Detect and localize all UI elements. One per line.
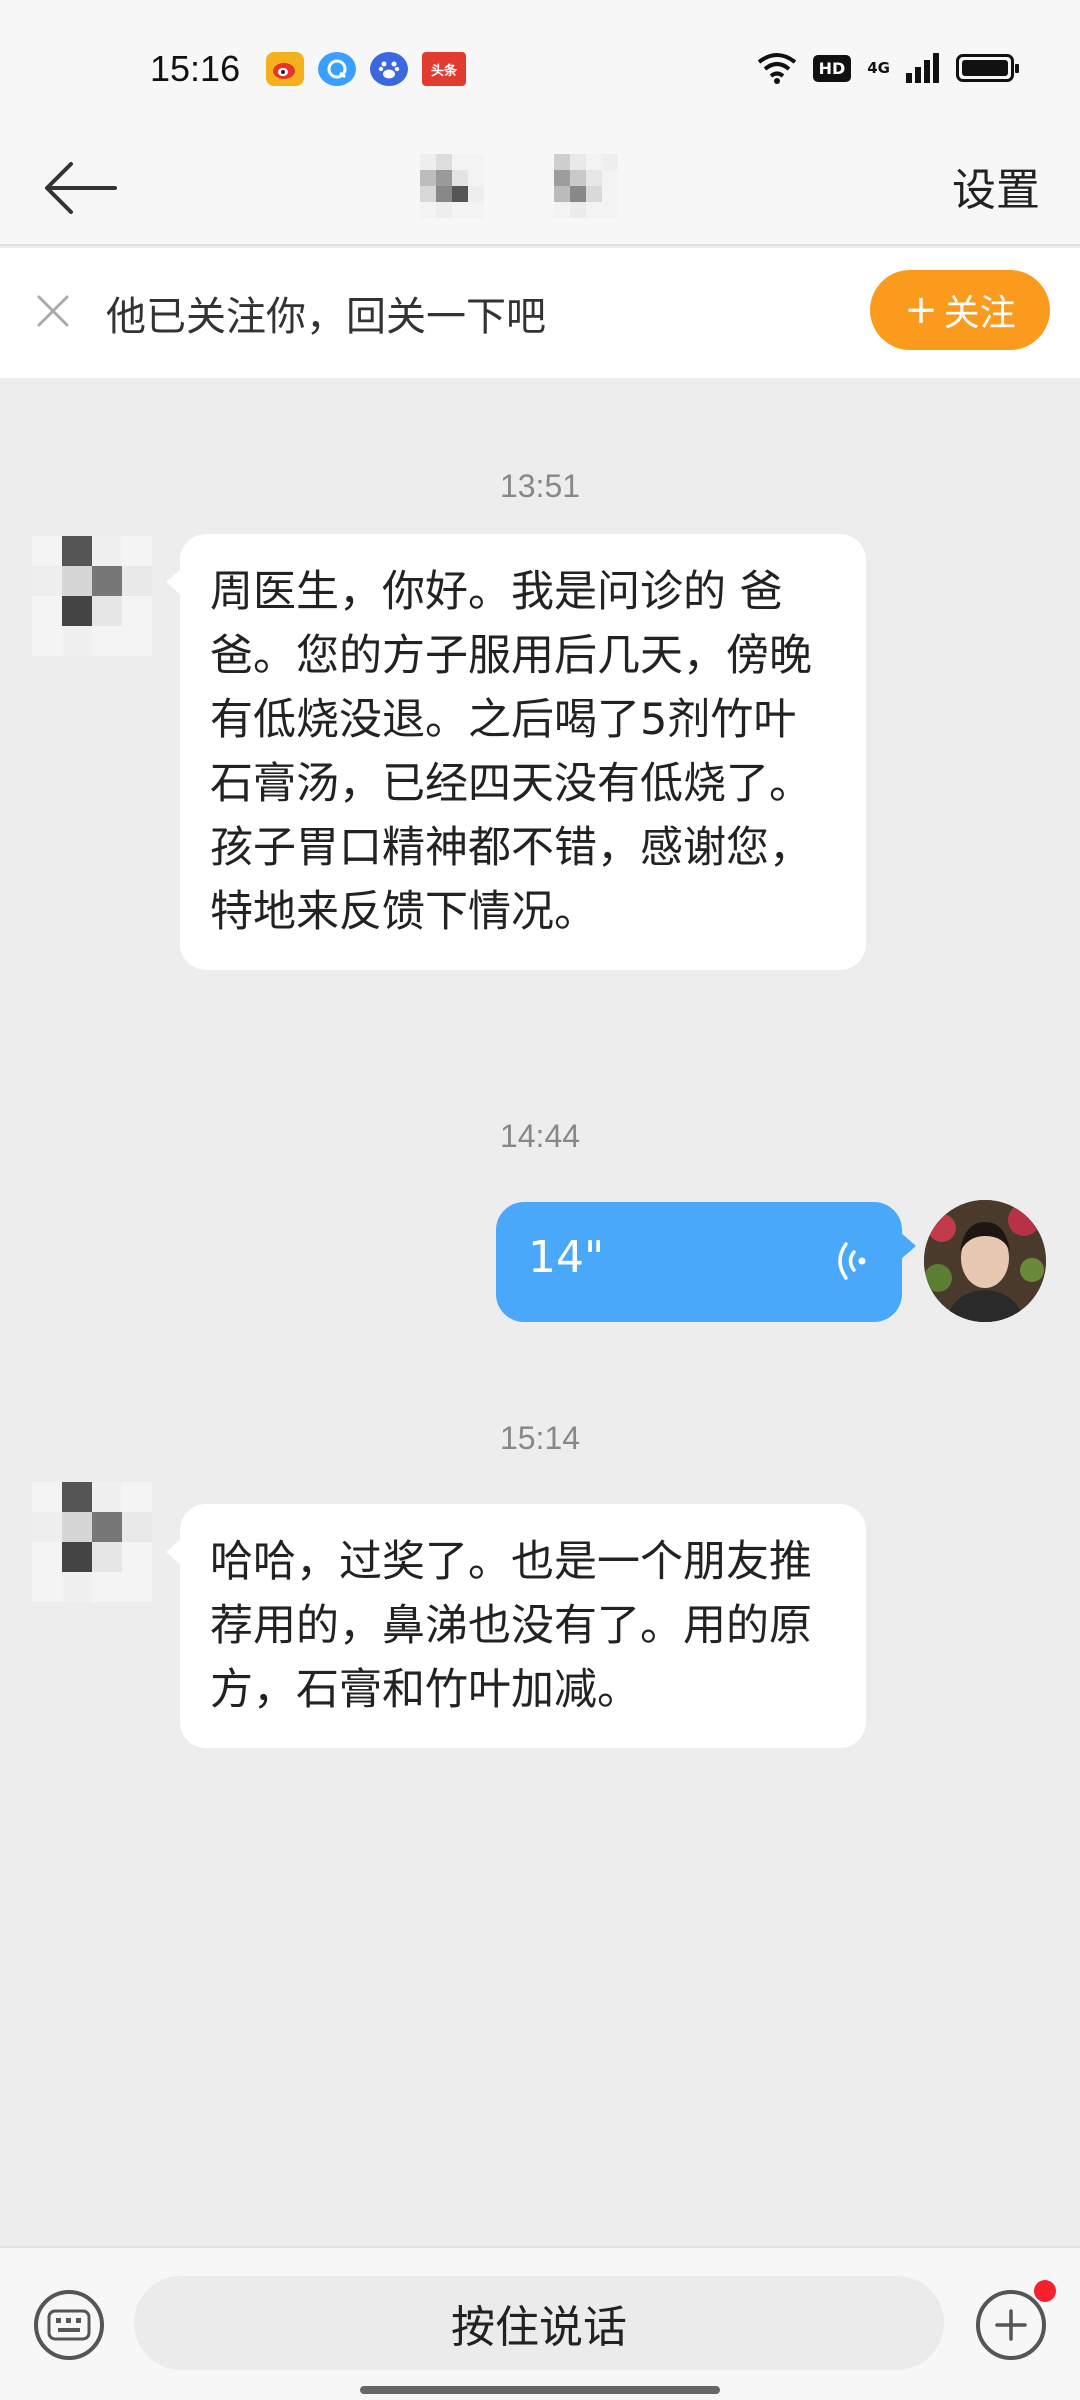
voice-duration: 14": [528, 1232, 605, 1283]
network-type-label: 4G: [867, 59, 890, 77]
weibo-icon: [266, 52, 304, 86]
toutiao-icon: 头条: [422, 52, 466, 86]
settings-button[interactable]: 设置: [952, 154, 1040, 218]
avatar[interactable]: [32, 536, 152, 656]
home-indicator[interactable]: [360, 2386, 720, 2394]
notification-icons: 头条: [266, 52, 466, 86]
qq-browser-icon: [318, 52, 356, 86]
back-button[interactable]: [36, 148, 126, 228]
follow-back-banner: 他已关注你，回关一下吧 + 关注: [0, 248, 1080, 378]
close-icon: [37, 295, 69, 327]
chat-screen: 15:16 头条 HD 4G 设置 他已关注你，回关一下吧 + 关注 13:51…: [0, 0, 1080, 2400]
chat-area[interactable]: 13:51 周医生，你好。我是问诊的 爸爸。您的方子服用后几天，傍晚有低烧没退。…: [0, 378, 1080, 2246]
follow-button-label: 关注: [943, 293, 1016, 334]
status-bar: 15:16 头条 HD 4G: [0, 0, 1080, 130]
back-arrow-icon: [45, 162, 117, 214]
more-options-button[interactable]: [976, 2290, 1046, 2360]
input-bar: 按住说话: [0, 2246, 1080, 2400]
plus-icon: [995, 2309, 1027, 2341]
close-banner-button[interactable]: [30, 288, 76, 334]
message-bubble[interactable]: 周医生，你好。我是问诊的 爸爸。您的方子服用后几天，傍晚有低烧没退。之后喝了5剂…: [166, 534, 866, 970]
status-time: 15:16: [150, 48, 241, 89]
voice-message-bubble[interactable]: 14": [496, 1202, 916, 1322]
timestamp: 15:14: [499, 1420, 581, 1456]
plus-icon: +: [904, 287, 938, 333]
hold-to-talk-button[interactable]: 按住说话: [134, 2276, 944, 2370]
keyboard-toggle-button[interactable]: [34, 2290, 104, 2360]
follow-back-text: 他已关注你，回关一下吧: [106, 294, 546, 340]
avatar[interactable]: [32, 1482, 152, 1602]
chat-header: 设置: [0, 130, 1080, 246]
signal-icon: [906, 53, 939, 83]
battery-icon: [956, 54, 1019, 82]
voice-wave-icon: [838, 1242, 866, 1280]
keyboard-icon: [47, 2309, 91, 2341]
timestamp: 14:44: [499, 1118, 581, 1154]
notification-dot: [1034, 2280, 1056, 2302]
contact-name-blurred: [420, 146, 660, 226]
message-bubble[interactable]: 哈哈，过奖了。也是一个朋友推荐用的，鼻涕也没有了。用的原方，石膏和竹叶加减。: [166, 1504, 866, 1748]
system-icons: HD 4G: [757, 52, 1019, 84]
baidu-icon: [370, 52, 408, 86]
timestamp: 13:51: [499, 468, 581, 504]
wifi-icon: [757, 53, 796, 84]
my-avatar[interactable]: [924, 1200, 1046, 1322]
follow-button[interactable]: + 关注: [870, 270, 1050, 350]
hd-badge: HD: [812, 54, 852, 82]
